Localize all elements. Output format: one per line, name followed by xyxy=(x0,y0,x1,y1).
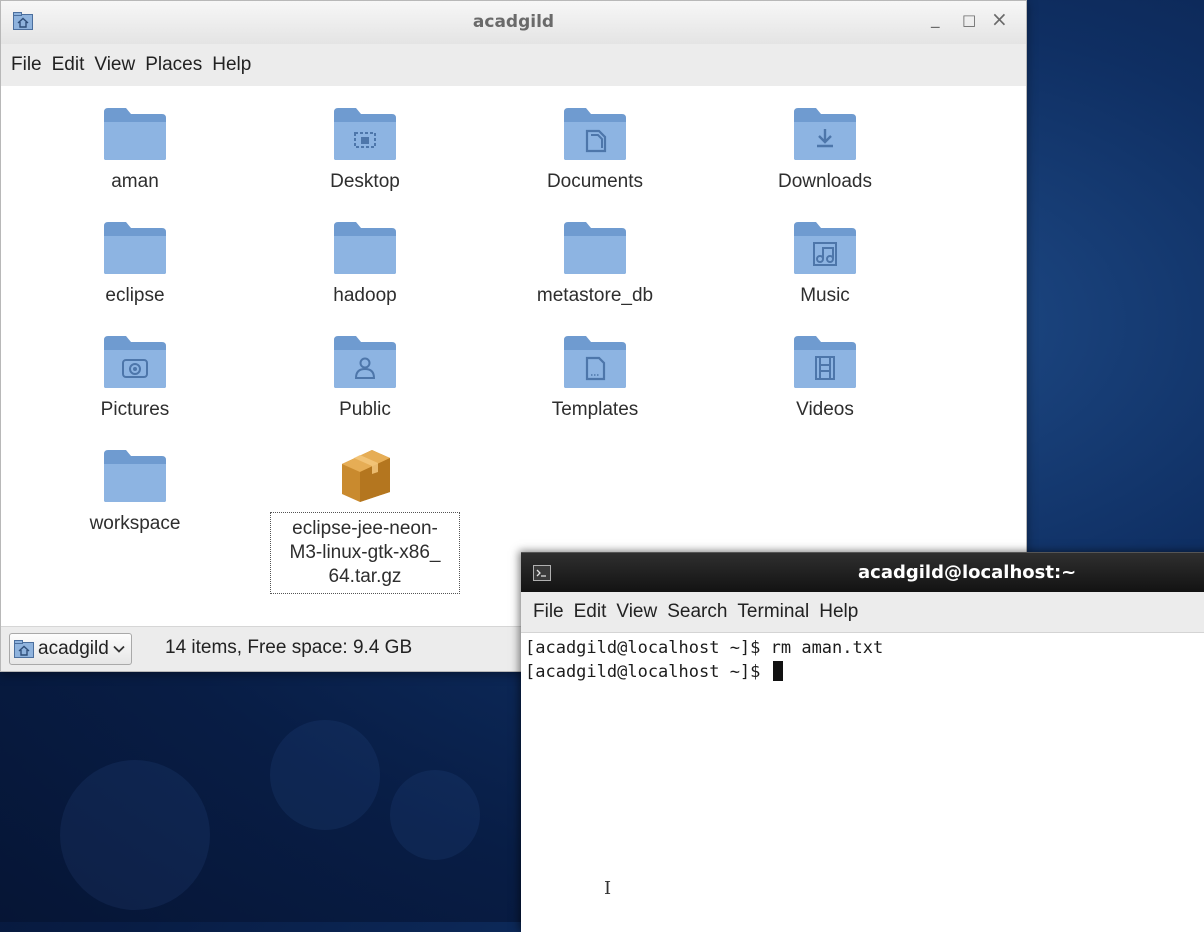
item-label: workspace xyxy=(89,513,181,534)
terminal-menu-edit[interactable]: Edit xyxy=(569,592,612,632)
folder-documents-icon xyxy=(564,108,626,160)
item-aman[interactable]: aman xyxy=(35,104,235,194)
terminal-menu-help[interactable]: Help xyxy=(814,592,863,632)
close-button[interactable]: × xyxy=(991,7,1008,31)
item-music[interactable]: Music xyxy=(725,218,925,308)
item-label: Documents xyxy=(546,171,644,192)
text-cursor xyxy=(772,661,783,681)
minimize-button[interactable]: _ xyxy=(931,9,940,29)
terminal-icon xyxy=(533,565,551,581)
folder-icon xyxy=(104,222,166,274)
folder-downloads-icon xyxy=(794,108,856,160)
terminal-menubar: File Edit View Search Terminal Help xyxy=(521,592,1204,633)
desktop-bokeh xyxy=(270,720,380,830)
terminal-title: acadgild@localhost:~ xyxy=(858,562,1077,583)
menu-view[interactable]: View xyxy=(89,44,140,86)
folder-templates-icon xyxy=(564,336,626,388)
item-label: Pictures xyxy=(100,399,170,420)
folder-icon xyxy=(334,222,396,274)
item-label: hadoop xyxy=(333,285,397,306)
terminal-titlebar[interactable]: acadgild@localhost:~ xyxy=(521,552,1204,593)
window-title: acadgild xyxy=(472,12,555,32)
item-label: eclipse-jee-neon- M3-linux-gtk-x86_ 64.tar… xyxy=(270,512,460,594)
folder-music-icon xyxy=(794,222,856,274)
home-folder-icon xyxy=(14,640,34,658)
item-label: Downloads xyxy=(778,171,872,192)
terminal-line: [acadgild@localhost ~]$ xyxy=(525,662,771,682)
archive-package-icon xyxy=(342,450,390,502)
folder-pictures-icon xyxy=(104,336,166,388)
terminal-menu-terminal[interactable]: Terminal xyxy=(732,592,814,632)
item-label: Templates xyxy=(551,399,639,420)
item-label: eclipse xyxy=(105,285,165,306)
label-line: 64.tar.gz xyxy=(328,566,402,587)
file-grid: aman Desktop Documents Downloads eclipse… xyxy=(1,86,1026,627)
mouse-ibeam-cursor-icon: I xyxy=(604,878,612,899)
label-line: eclipse-jee-neon- xyxy=(292,518,438,539)
item-documents[interactable]: Documents xyxy=(495,104,695,194)
status-text: 14 items, Free space: 9.4 GB xyxy=(165,637,413,658)
item-templates[interactable]: Templates xyxy=(495,332,695,422)
folder-desktop-icon xyxy=(334,108,396,160)
item-eclipse-archive[interactable]: eclipse-jee-neon- M3-linux-gtk-x86_ 64.tar… xyxy=(265,446,465,594)
folder-icon xyxy=(104,450,166,502)
terminal-menu-file[interactable]: File xyxy=(521,592,569,632)
location-dropdown[interactable]: acadgild xyxy=(9,633,132,665)
item-label: aman xyxy=(111,171,159,192)
terminal-menu-view[interactable]: View xyxy=(611,592,662,632)
item-downloads[interactable]: Downloads xyxy=(725,104,925,194)
item-label: Music xyxy=(800,285,850,306)
label-line: M3-linux-gtk-x86_ xyxy=(289,542,441,563)
desktop-bokeh xyxy=(60,760,210,910)
item-label: Public xyxy=(339,399,391,420)
item-metastore-db[interactable]: metastore_db xyxy=(495,218,695,308)
folder-videos-icon xyxy=(794,336,856,388)
folder-icon xyxy=(104,108,166,160)
item-desktop[interactable]: Desktop xyxy=(265,104,465,194)
terminal-prompt-line: [acadgild@localhost ~]$ xyxy=(525,660,1204,684)
folder-public-icon xyxy=(334,336,396,388)
terminal-line: [acadgild@localhost ~]$ rm aman.txt xyxy=(525,638,884,658)
item-label: Desktop xyxy=(330,171,400,192)
maximize-button[interactable]: □ xyxy=(962,11,976,29)
menu-places[interactable]: Places xyxy=(140,44,207,86)
file-manager-titlebar[interactable]: acadgild _ □ × xyxy=(1,1,1026,45)
terminal-menu-search[interactable]: Search xyxy=(662,592,732,632)
folder-icon xyxy=(564,222,626,274)
chevron-down-icon xyxy=(113,645,125,653)
terminal-window: acadgild@localhost:~ File Edit View Search T… xyxy=(521,552,1204,932)
menu-file[interactable]: File xyxy=(1,44,47,86)
item-workspace[interactable]: workspace xyxy=(35,446,235,536)
item-pictures[interactable]: Pictures xyxy=(35,332,235,422)
desktop-bokeh xyxy=(390,770,480,860)
item-eclipse[interactable]: eclipse xyxy=(35,218,235,308)
menu-edit[interactable]: Edit xyxy=(47,44,90,86)
terminal-output[interactable]: [acadgild@localhost ~]$ rm aman.txt [aca… xyxy=(521,633,1204,932)
item-hadoop[interactable]: hadoop xyxy=(265,218,465,308)
item-public[interactable]: Public xyxy=(265,332,465,422)
item-label: metastore_db xyxy=(536,285,654,306)
location-label: acadgild xyxy=(38,638,109,659)
item-videos[interactable]: Videos xyxy=(725,332,925,422)
file-manager-menubar: File Edit View Places Help xyxy=(1,44,1026,86)
menu-help[interactable]: Help xyxy=(207,44,256,86)
item-label: Videos xyxy=(796,399,854,420)
